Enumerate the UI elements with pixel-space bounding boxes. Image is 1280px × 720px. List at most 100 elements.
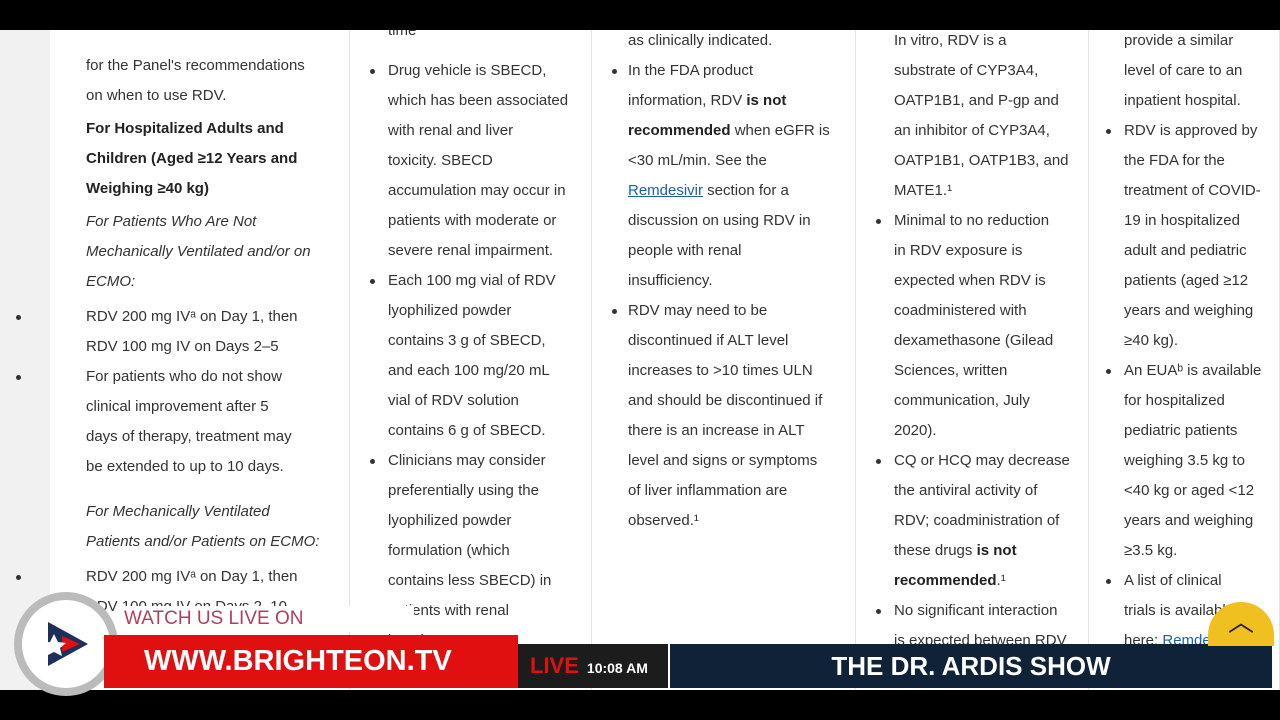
text-line: discontinued if ALT level [628,332,789,349]
text-line: For Patients Who Are Not [86,213,257,230]
text-line: level of care to an [1124,62,1243,79]
text-line: days of therapy, treatment may [86,428,292,445]
text-span: when eGFR is [730,122,830,139]
text-line: For Hospitalized Adults and [86,120,284,137]
text-line: CQ or HCQ may decrease [894,452,1070,469]
bullet-icon [876,219,881,224]
text-line: of liver inflammation are [628,482,788,499]
brighteon-logo [14,592,118,696]
text-line: accumulation may occur in [388,182,566,199]
text-line: For Mechanically Ventilated [86,503,270,520]
text-line: increases to >10 times ULN [628,362,813,379]
text-line: the FDA for the [1124,152,1225,169]
text-line: as clinically indicated. [628,32,773,49]
text-line: ≥3.5 kg. [1124,542,1178,559]
text-line: ≥40 kg). [1124,332,1179,349]
text-line: discussion on using RDV in [628,212,811,229]
text-line: Drug vehicle is SBECD, [388,62,547,79]
bullet-icon [370,279,375,284]
text-line: communication, July [894,392,1030,409]
bullet-icon [370,459,375,464]
text-line: time [388,30,417,39]
text-line: MATE1.¹ [894,182,953,199]
text-line: expected when RDV is [894,272,1046,289]
text-line: In vitro, RDV is a [894,32,1007,49]
text-line: Sciences, written [894,362,1008,379]
bullet-icon [16,315,21,320]
text-line: and each 100 mg/20 mL [388,362,550,379]
text-span: information, RDV [628,92,747,109]
bullet-icon [612,69,617,74]
text-line: dexamethasone (Gilead [894,332,1054,349]
chevron-up-icon: ︿ [1227,607,1254,637]
text-line: contains 3 g of SBECD, [388,332,546,349]
text-line: 19 in hospitalized [1124,212,1240,229]
text-span: these drugs [894,542,977,559]
text-line: severe renal impairment. [388,242,554,259]
text-span: is not [976,542,1017,559]
text-line: with renal and liver [388,122,514,139]
text-line: RDV 100 mg IV on Days 2–5 [86,338,279,355]
text-line: Minimal to no reduction [894,212,1050,229]
text-line: Remdesivir section for a [628,181,789,201]
bullet-icon [612,309,617,314]
text-line: Weighing ≥40 kg) [86,180,209,197]
text-line: inpatient hospital. [1124,92,1241,109]
text-line: for the Panel's recommendations [86,57,305,74]
text-line: RDV; coadministration of [894,512,1060,529]
text-span: section for a [703,182,789,199]
text-line: patients with moderate or [388,212,557,229]
live-badge: LIVE [530,653,579,678]
text-line: years and weighing [1124,302,1254,319]
text-line: preferentially using the [388,482,539,499]
text-line: people with renal [628,242,742,259]
text-line: weighing 3.5 kg to [1124,452,1245,469]
text-line: An EUAᵇ is available [1124,362,1262,379]
text-line: ECMO: [86,273,136,290]
text-line: For patients who do not show [86,368,282,385]
text-line: and should be discontinued if [628,392,823,409]
bullet-icon [876,459,881,464]
text-line: years and weighing [1124,512,1254,529]
text-line: patients (aged ≥12 [1124,272,1249,289]
watch-live-banner: WATCH US LIVE ON BRIGHTEON! [118,606,414,655]
text-line: RDV may need to be [628,302,768,319]
text-line: Mechanically Ventilated and/or on [86,243,311,260]
text-line: insufficiency. [628,272,713,289]
text-line: RDV 200 mg IVᵃ on Day 1, then [86,308,298,325]
text-line: pediatric patients [1124,422,1238,439]
text-span: recommended [628,122,731,139]
text-line: <30 mL/min. See the [628,152,767,169]
text-line: there is an increase in ALT [628,422,805,439]
text-line: Each 100 mg vial of RDV [388,272,556,289]
text-line: in RDV exposure is [894,242,1023,259]
text-line: information, RDV is not [628,91,786,111]
text-line: the antiviral activity of [894,482,1038,499]
text-line: adult and pediatric [1124,242,1247,259]
text-line: lyophilized powder [388,512,512,529]
live-clock: LIVE 10:08 AM [518,644,668,688]
text-line: Clinicians may consider [388,452,546,469]
text-line: clinical improvement after 5 [86,398,269,415]
bullet-icon [16,375,21,380]
text-line: OATP1B1, OATP1B3, and [894,152,1069,169]
text-line: formulation (which [388,542,510,559]
text-line: on when to use RDV. [86,87,227,104]
text-line: which has been associated [388,92,569,109]
brighteon-url[interactable]: WWW.BRIGHTEON.TV [104,635,518,688]
text-line: OATP1B1, and P-gp and [894,92,1059,109]
back-to-top-button[interactable]: ︿ [1208,602,1274,646]
text-line: vial of RDV solution [388,392,519,409]
remdesivir-link[interactable]: Remdesivir [628,182,703,199]
text-line: substrate of CYP3A4, [894,62,1039,79]
text-line: coadministered with [894,302,1027,319]
text-line: RDV is approved by [1124,122,1258,139]
broadcast-overlay: WATCH US LIVE ON BRIGHTEON! WWW.BRIGHTEO… [0,580,1280,696]
show-title: THE DR. ARDIS SHOW [670,644,1272,688]
text-line: contains 6 g of SBECD. [388,422,546,439]
text-line: <40 kg or aged <12 [1124,482,1255,499]
text-line: these drugs is not [894,541,1017,561]
bullet-icon [1106,129,1111,134]
text-line: provide a similar [1124,32,1234,49]
text-line: In the FDA product [628,62,754,79]
